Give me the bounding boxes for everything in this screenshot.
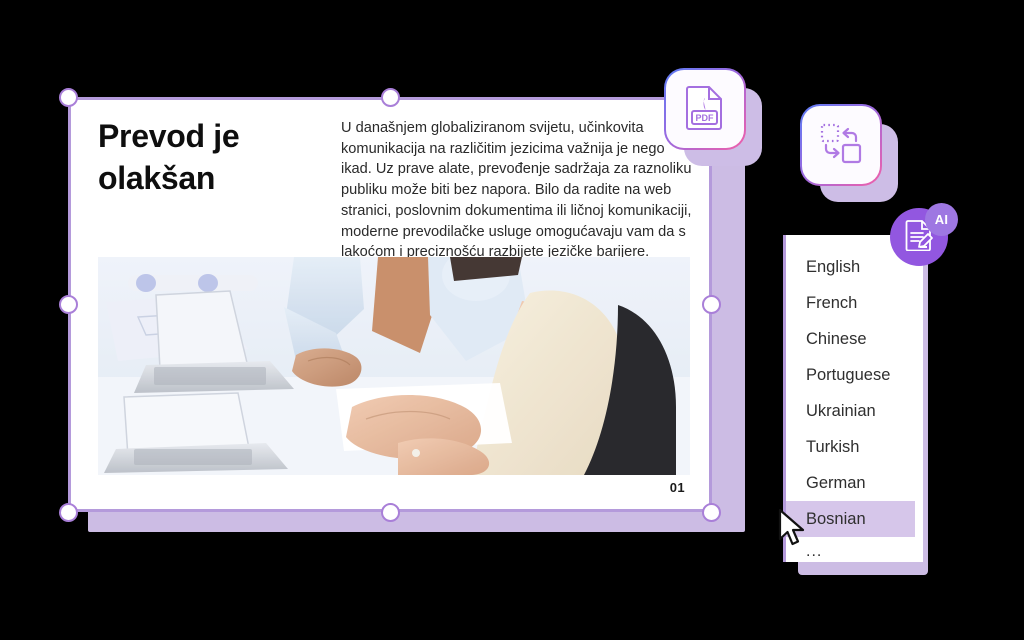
language-option-french[interactable]: French [786, 285, 923, 321]
language-list: English French Chinese Portuguese Ukrainian T… [786, 249, 923, 537]
slide-surface: Prevod je olakšan U današnjem globalizir… [71, 100, 709, 509]
resize-handle-middle-left[interactable] [59, 295, 78, 314]
slide-photo[interactable] [98, 257, 690, 475]
slide-heading[interactable]: Prevod je olakšan [98, 115, 328, 199]
resize-handle-bottom-center[interactable] [381, 503, 400, 522]
language-option-label: Ukrainian [806, 401, 876, 420]
resize-handle-bottom-right[interactable] [702, 503, 721, 522]
language-option-portuguese[interactable]: Portuguese [786, 357, 923, 393]
canvas: Prevod je olakšan U današnjem globalizir… [0, 0, 1024, 640]
language-option-label: German [806, 473, 866, 492]
svg-text:PDF: PDF [696, 113, 715, 123]
language-option-label: English [806, 257, 861, 276]
convert-tool-button[interactable] [800, 104, 882, 186]
language-option-label: Turkish [806, 437, 860, 456]
language-option-label: Chinese [806, 329, 867, 348]
slide-page-number: 01 [669, 480, 685, 495]
language-option-german[interactable]: German [786, 465, 923, 501]
language-option-label: French [806, 293, 858, 312]
slide-frame[interactable]: Prevod je olakšan U današnjem globalizir… [68, 97, 712, 512]
language-option-label: Bosnian [806, 509, 866, 528]
resize-handle-bottom-left[interactable] [59, 503, 78, 522]
resize-handle-middle-right[interactable] [702, 295, 721, 314]
language-option-chinese[interactable]: Chinese [786, 321, 923, 357]
slide-body-text[interactable]: U današnjem globaliziranom svijetu, učin… [341, 118, 693, 263]
language-option-ukrainian[interactable]: Ukrainian [786, 393, 923, 429]
convert-format-icon [818, 120, 864, 171]
resize-handle-top-center[interactable] [381, 88, 400, 107]
language-option-turkish[interactable]: Turkish [786, 429, 923, 465]
pdf-tool-button[interactable]: PDF [664, 68, 746, 150]
resize-handle-top-left[interactable] [59, 88, 78, 107]
language-option-label: Portuguese [806, 365, 891, 384]
ai-badge: AI [925, 203, 958, 236]
pdf-file-icon: PDF [684, 84, 726, 135]
mouse-pointer [777, 508, 807, 550]
